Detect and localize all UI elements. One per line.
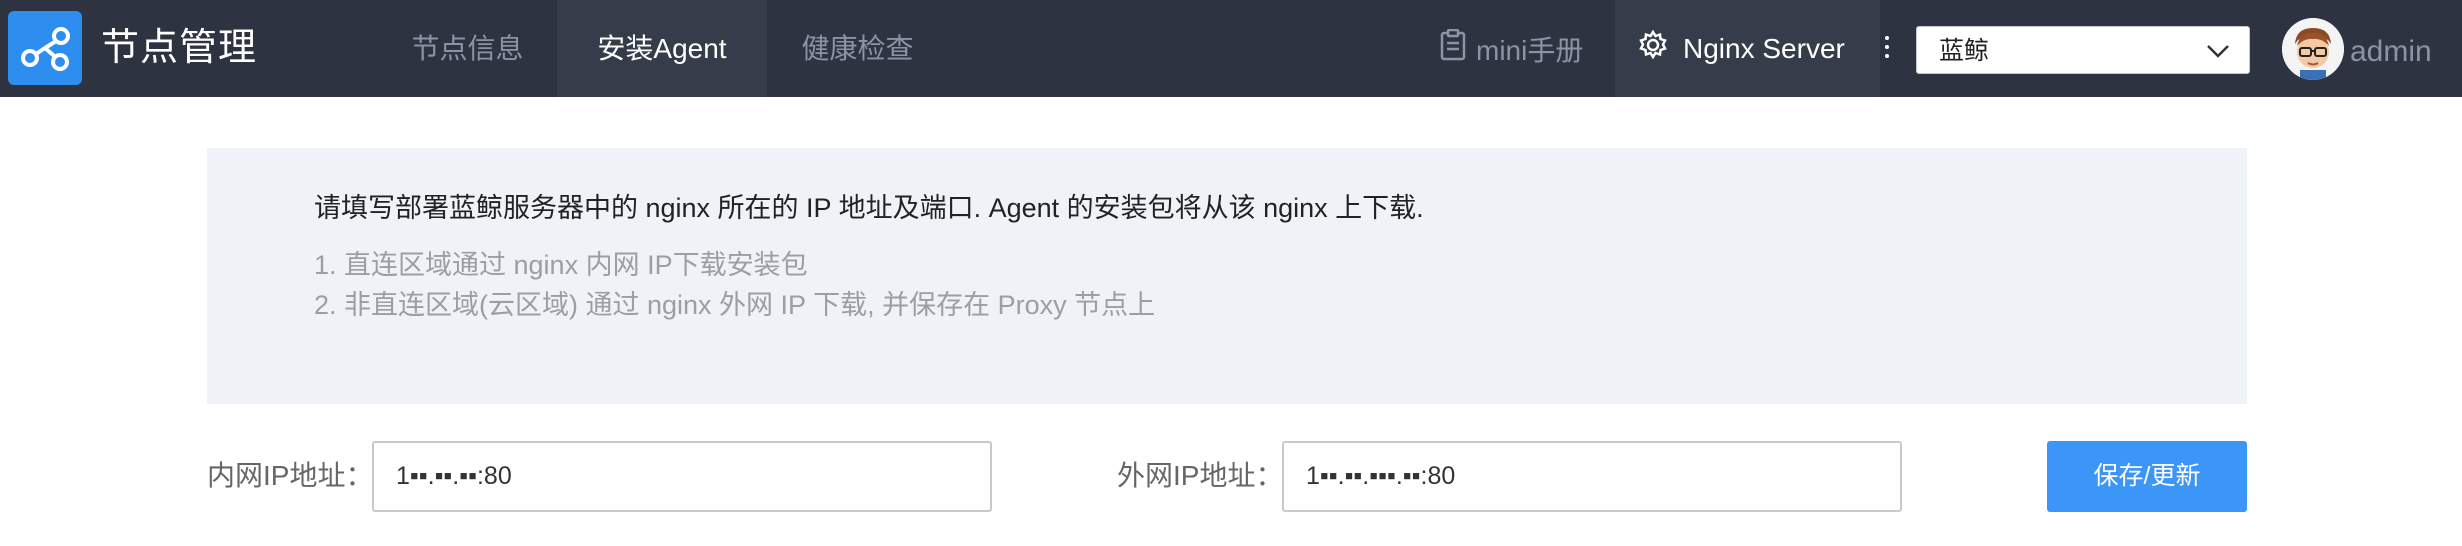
inner-ip-input[interactable]: [372, 441, 992, 512]
outer-ip-input[interactable]: [1282, 441, 1902, 512]
business-select-value: 蓝鲸: [1939, 37, 1990, 65]
avatar-icon[interactable]: [2282, 18, 2344, 80]
nginx-server-label: Nginx Server: [1683, 32, 1845, 64]
tab-install-agent[interactable]: 安装Agent: [557, 0, 767, 97]
top-navbar: 节点管理 节点信息 安装Agent 健康检查 mini手册 Nginx Serv…: [0, 0, 2462, 97]
business-select[interactable]: 蓝鲸: [1916, 26, 2250, 74]
app-title: 节点管理: [101, 27, 258, 69]
info-note: 1. 直连区域通过 nginx 内网 IP下载安装包: [314, 250, 808, 280]
chevron-down-icon: [2205, 41, 2231, 66]
clipboard-icon: [1440, 28, 1466, 68]
tab-health-check[interactable]: 健康检查: [770, 0, 945, 97]
tab-node-info[interactable]: 节点信息: [380, 0, 555, 97]
info-note: 2. 非直连区域(云区域) 通过 nginx 外网 IP 下载, 并保存在 Pr…: [314, 290, 1156, 320]
tab-label: 节点信息: [411, 33, 524, 64]
username[interactable]: admin: [2350, 0, 2432, 104]
info-panel: 请填写部署蓝鲸服务器中的 nginx 所在的 IP 地址及端口. Agent 的…: [207, 148, 2247, 404]
tab-label: 安装Agent: [597, 33, 727, 64]
save-update-button[interactable]: 保存/更新: [2047, 441, 2247, 512]
tab-label: 健康检查: [801, 33, 914, 64]
mini-manual-label: mini手册: [1476, 34, 1584, 66]
outer-ip-label: 外网IP地址：: [1117, 460, 1284, 491]
mini-manual-link[interactable]: mini手册: [1440, 0, 1583, 97]
gear-icon: [1637, 29, 1669, 68]
node-graph-icon[interactable]: [8, 11, 82, 85]
nginx-server-button[interactable]: Nginx Server: [1615, 0, 1880, 97]
vertical-dots-icon[interactable]: [1880, 36, 1894, 62]
inner-ip-label: 内网IP地址：: [207, 460, 374, 491]
info-main-text: 请填写部署蓝鲸服务器中的 nginx 所在的 IP 地址及端口. Agent 的…: [314, 193, 1424, 223]
